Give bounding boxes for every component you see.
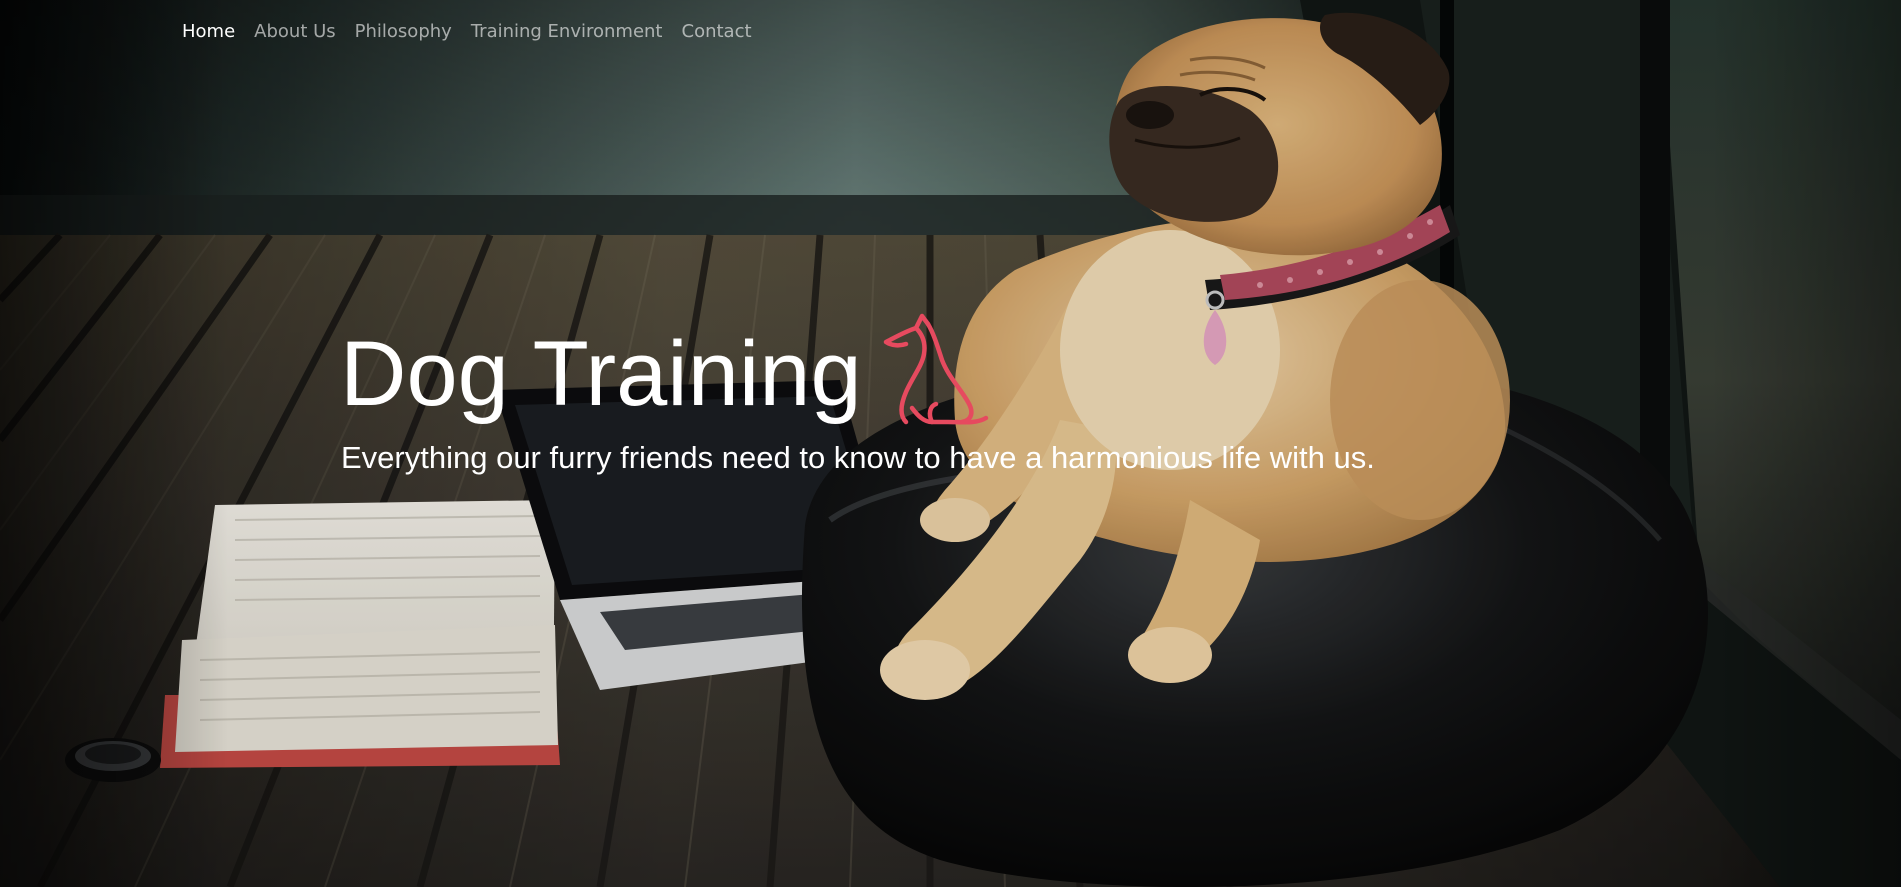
main-nav: Home About Us Philosophy Training Enviro… xyxy=(182,20,752,44)
sitting-dog-icon xyxy=(883,313,988,425)
nav-home-link[interactable]: Home xyxy=(182,20,235,44)
nav-about-us-link[interactable]: About Us xyxy=(254,20,336,44)
hero-headline: Dog Training xyxy=(340,312,992,425)
nav-philosophy-link[interactable]: Philosophy xyxy=(355,20,452,44)
nav-contact-link[interactable]: Contact xyxy=(682,20,752,44)
nav-training-environment-link[interactable]: Training Environment xyxy=(471,20,663,44)
hero-subtitle: Everything our furry friends need to kno… xyxy=(341,440,1375,475)
hero-section: Home About Us Philosophy Training Enviro… xyxy=(0,0,1901,887)
hero-title: Dog Training xyxy=(340,323,862,425)
